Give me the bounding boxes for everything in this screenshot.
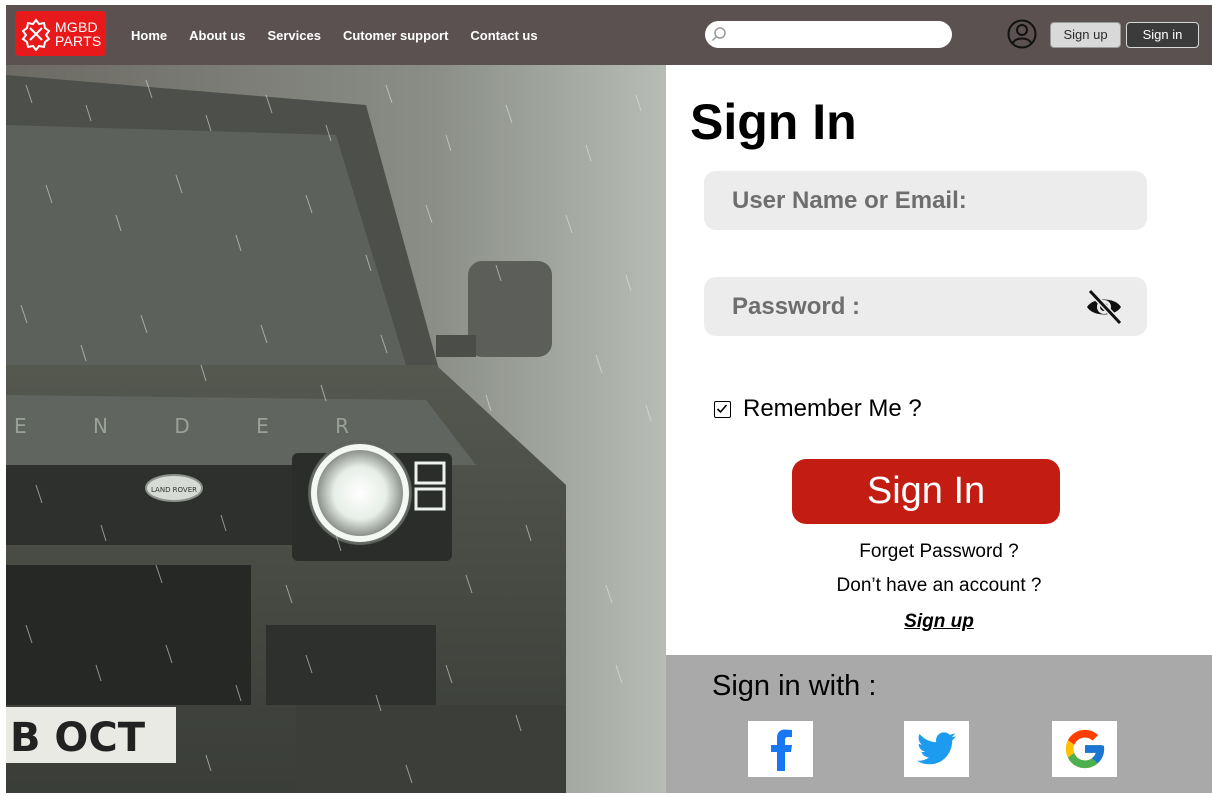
remember-checkbox[interactable] — [714, 400, 731, 418]
social-title: Sign in with : — [712, 670, 877, 702]
hero-car-image: E N D E R LAND ROVER B OCT — [6, 65, 666, 793]
nav-customer-support[interactable]: Cutomer support — [343, 28, 448, 43]
logo-text: MGBD PARTS — [55, 20, 101, 48]
checkmark-icon — [716, 403, 728, 413]
social-signin-panel: Sign in with : — [666, 655, 1212, 793]
user-account-icon[interactable] — [1007, 19, 1037, 49]
top-header: MGBD PARTS Home About us Services Cutome… — [6, 5, 1212, 65]
car-illustration: E N D E R LAND ROVER B OCT — [6, 65, 666, 793]
twitter-button[interactable] — [904, 721, 969, 777]
gear-tools-icon — [21, 17, 51, 51]
twitter-icon — [916, 732, 956, 765]
facebook-icon — [770, 729, 792, 771]
header-signin-button[interactable]: Sign in — [1126, 22, 1199, 48]
signin-panel: Sign In Remember Me ? Sign In Forge — [666, 65, 1212, 655]
main-nav: Home About us Services Cutomer support C… — [131, 5, 560, 65]
google-icon — [1065, 729, 1104, 769]
logo-line1: MGBD — [55, 18, 98, 35]
licence-plate-text: B OCT — [10, 715, 146, 761]
signin-title: Sign In — [690, 94, 857, 150]
logo[interactable]: MGBD PARTS — [15, 11, 106, 56]
forgot-password-link[interactable]: Forget Password ? — [666, 541, 1212, 563]
password-input[interactable] — [730, 291, 1074, 323]
page-frame: MGBD PARTS Home About us Services Cutome… — [6, 5, 1212, 793]
eye-off-icon[interactable] — [1084, 287, 1124, 327]
signup-link[interactable]: Sign up — [666, 611, 1212, 633]
search-input[interactable] — [731, 25, 947, 46]
nav-home[interactable]: Home — [131, 28, 167, 43]
search-bar — [705, 21, 952, 48]
remember-me[interactable]: Remember Me ? — [714, 395, 922, 423]
google-button[interactable] — [1052, 721, 1117, 777]
logo-line2: PARTS — [55, 32, 102, 49]
nav-contact-us[interactable]: Contact us — [470, 28, 537, 43]
username-input[interactable] — [730, 185, 1074, 217]
nav-about-us[interactable]: About us — [189, 28, 245, 43]
password-field — [704, 277, 1147, 336]
search-icon — [711, 27, 726, 42]
header-signup-button[interactable]: Sign up — [1050, 22, 1121, 48]
facebook-button[interactable] — [748, 721, 813, 777]
username-field — [704, 171, 1147, 230]
signin-submit-button[interactable]: Sign In — [792, 459, 1060, 524]
no-account-text: Don’t have an account ? — [836, 575, 1042, 596]
grille-lettering: E N D E R — [14, 414, 379, 438]
remember-label: Remember Me ? — [743, 395, 922, 422]
brand-badge-text: LAND ROVER — [151, 486, 197, 494]
nav-services[interactable]: Services — [267, 28, 321, 43]
